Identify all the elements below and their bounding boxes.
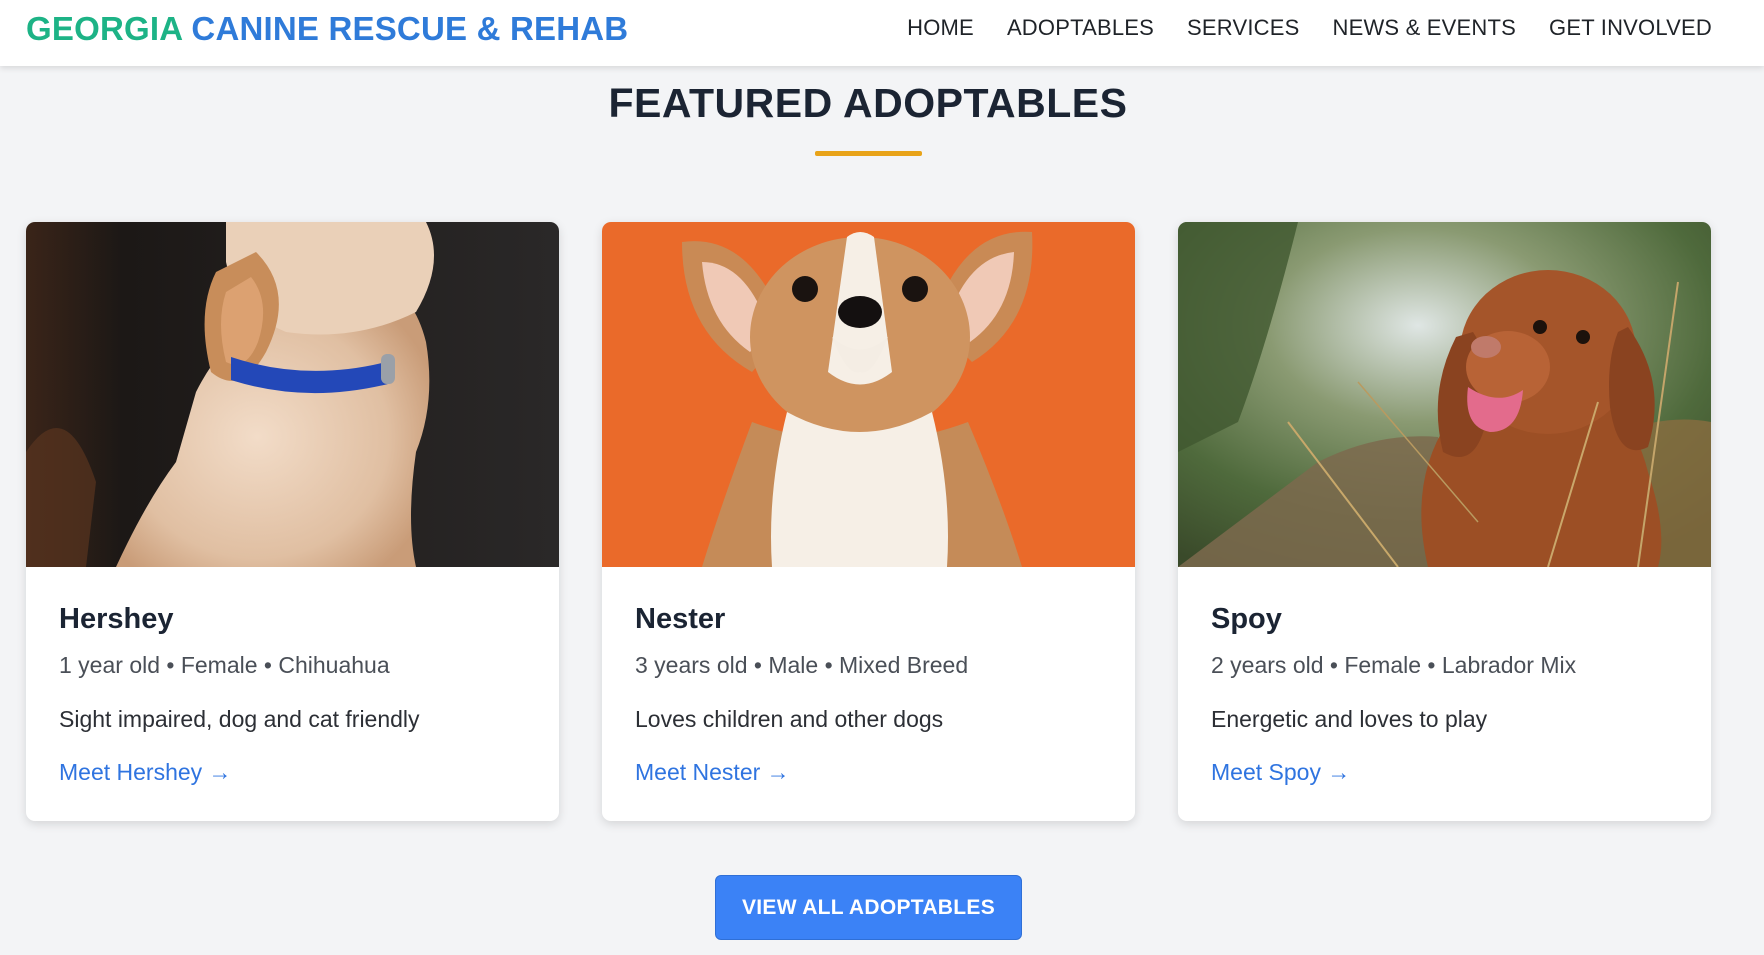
nav-adoptables[interactable]: ADOPTABLES [1007,15,1154,41]
site-logo[interactable]: GEORGIA CANINE RESCUE & REHAB [26,10,628,48]
adoptable-card-nester: Nester 3 years old • Male • Mixed Breed … [602,222,1135,821]
meet-nester-link[interactable]: Meet Nester → [635,759,790,786]
dog-photo-hershey [26,222,559,567]
dog-meta: 1 year old • Female • Chihuahua [59,652,390,678]
adoptable-card-spoy: Spoy 2 years old • Female • Labrador Mix… [1178,222,1711,821]
dog-meta: 2 years old • Female • Labrador Mix [1211,652,1577,678]
logo-part-georgia: GEORGIA [26,10,183,47]
section-title: FEATURED ADOPTABLES [608,80,1128,126]
view-all-adoptables-button[interactable]: VIEW ALL ADOPTABLES [715,875,1022,940]
meet-spoy-link[interactable]: Meet Spoy → [1211,759,1350,786]
dog-photo-nester [602,222,1135,567]
dog-meta: 3 years old • Male • Mixed Breed [635,652,969,678]
logo-part-name: CANINE RESCUE & REHAB [191,10,629,47]
title-underline [815,151,922,156]
main-nav: HOME ADOPTABLES SERVICES NEWS & EVENTS G… [907,0,1712,56]
adoptable-card-hershey: Hershey 1 year old • Female • Chihuahua … [26,222,559,821]
nav-home[interactable]: HOME [907,15,974,41]
dog-description: Energetic and loves to play [1211,706,1488,732]
nav-get-involved[interactable]: GET INVOLVED [1549,15,1712,41]
dog-photo-spoy [1178,222,1711,567]
nav-news-events[interactable]: NEWS & EVENTS [1333,15,1517,41]
dog-description: Sight impaired, dog and cat friendly [59,706,420,732]
dog-name: Hershey [59,603,174,635]
dog-description: Loves children and other dogs [635,706,944,732]
nav-services[interactable]: SERVICES [1187,15,1299,41]
dog-name: Spoy [1211,603,1282,635]
meet-hershey-link[interactable]: Meet Hershey → [59,759,232,786]
dog-name: Nester [635,603,726,635]
site-header: GEORGIA CANINE RESCUE & REHAB HOME ADOPT… [0,0,1764,66]
